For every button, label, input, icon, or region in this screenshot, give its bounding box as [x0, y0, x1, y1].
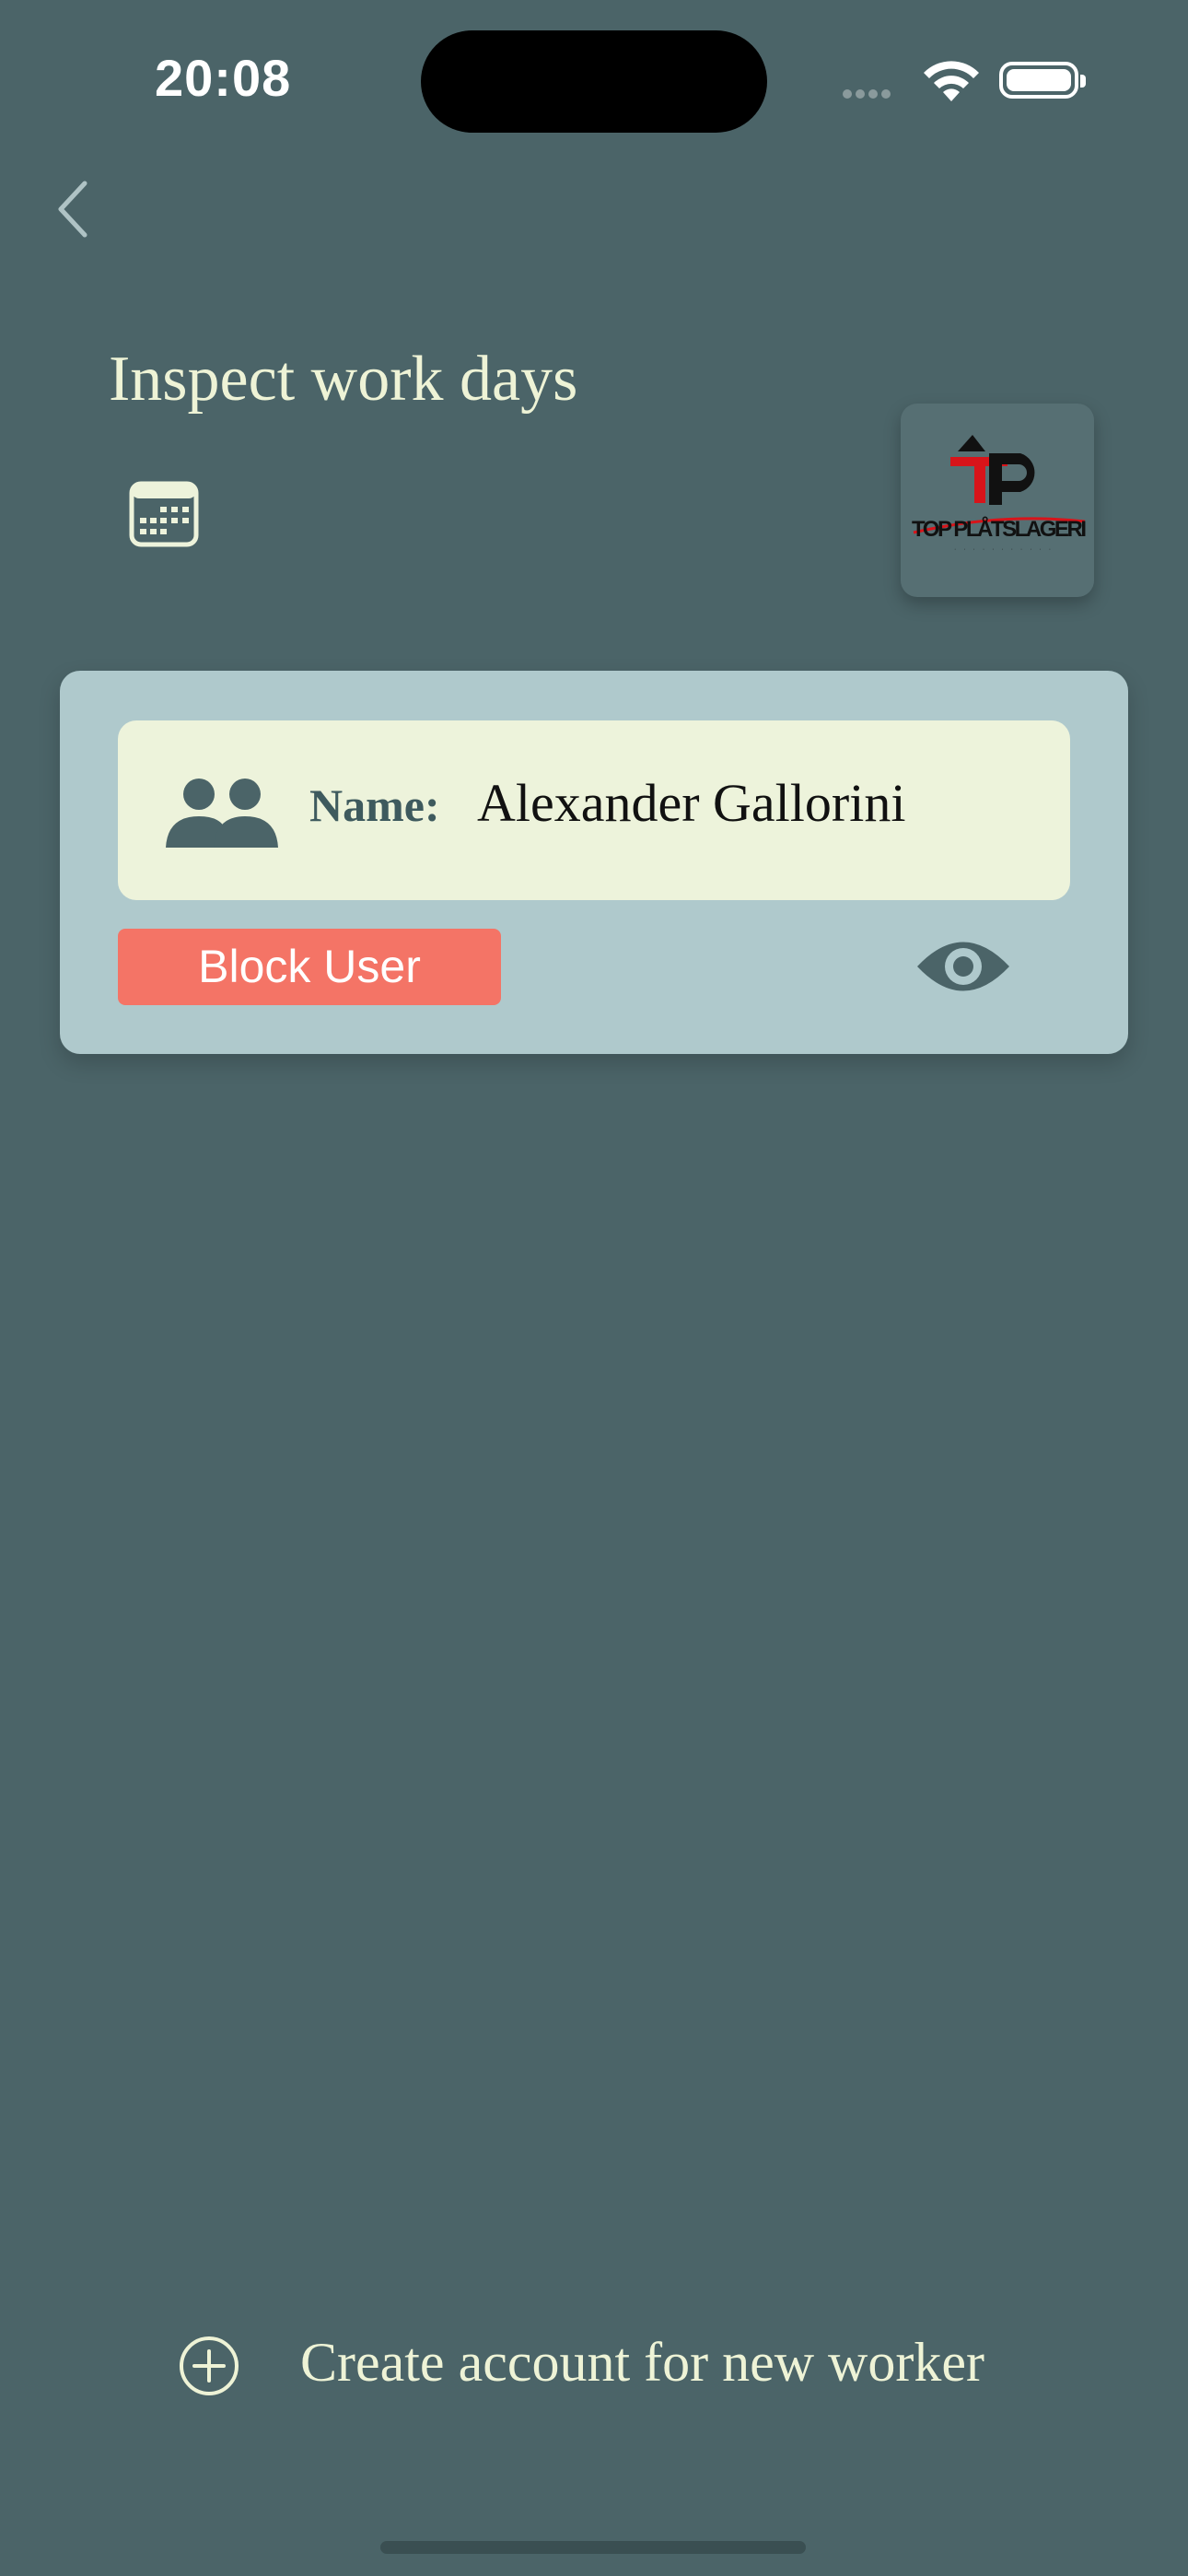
eye-icon — [917, 942, 1009, 991]
home-indicator[interactable] — [380, 2541, 806, 2554]
cellular-signal-icon — [843, 87, 894, 103]
status-time: 20:08 — [155, 49, 292, 107]
people-icon — [166, 776, 278, 854]
wifi-icon — [921, 57, 982, 108]
svg-text:TOP PLÅTSLAGERI: TOP PLÅTSLAGERI — [912, 516, 1087, 542]
block-user-button[interactable]: Block User — [118, 929, 501, 1005]
page-title: Inspect work days — [109, 344, 578, 415]
dynamic-island — [421, 30, 767, 133]
company-logo: TOP PLÅTSLAGERI · · · · · · · · · · · — [901, 404, 1094, 597]
calendar-icon — [129, 481, 199, 547]
battery-icon — [999, 62, 1086, 99]
worker-name: Alexander Gallorini — [477, 773, 906, 833]
name-label: Name: — [309, 779, 440, 831]
chevron-left-icon — [58, 181, 87, 238]
svg-text:· · · · · · · · · · ·: · · · · · · · · · · · — [954, 546, 1054, 553]
create-account-link[interactable]: Create account for new worker — [300, 2331, 984, 2395]
back-button[interactable] — [53, 180, 90, 243]
calendar-button[interactable] — [129, 481, 199, 552]
plus-circle-icon[interactable] — [178, 2335, 240, 2402]
view-worker-button[interactable] — [915, 936, 1011, 1001]
